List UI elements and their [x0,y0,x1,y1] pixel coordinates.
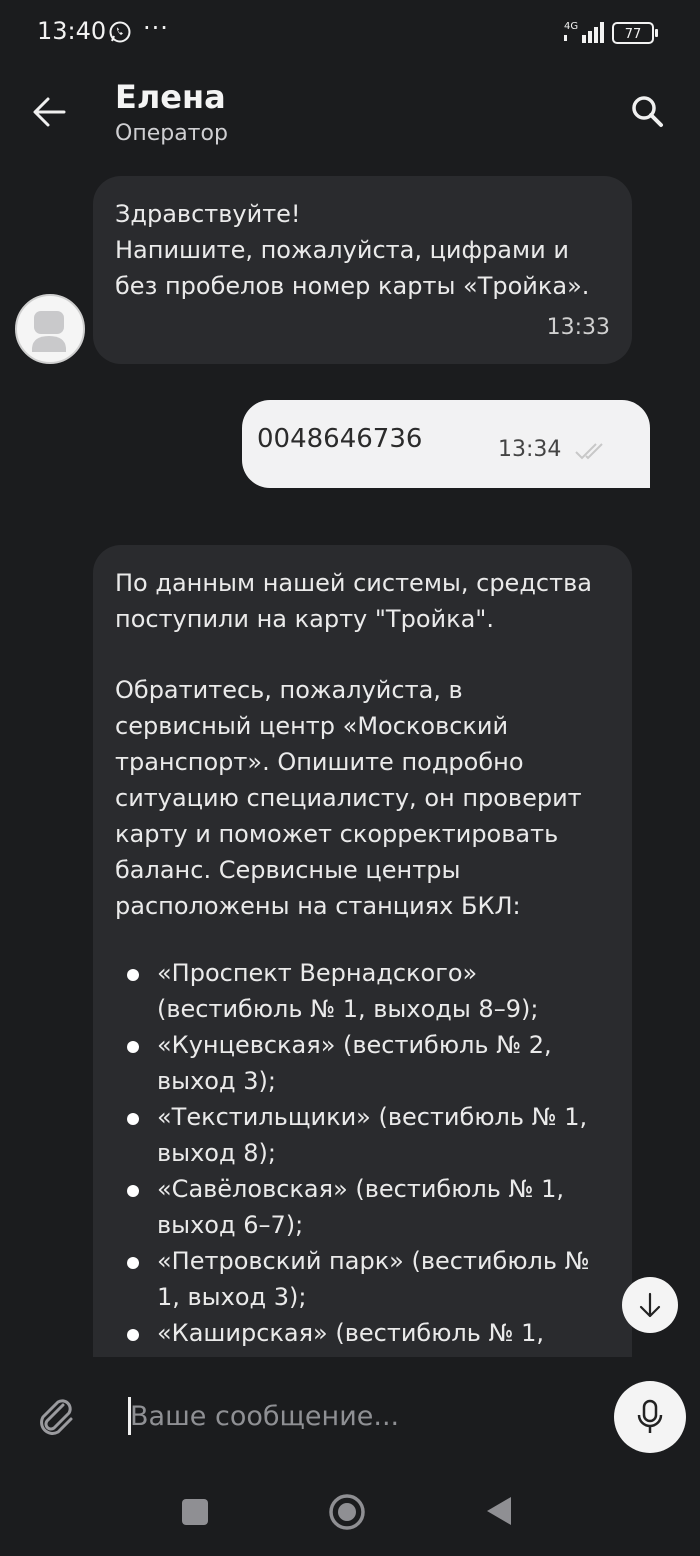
message-time: 13:33 [546,315,610,340]
whatsapp-icon [109,21,131,43]
list-item: «Проспект Вернадского» (вестибюль № 1, в… [115,955,610,1027]
person-icon [32,311,66,352]
operator-avatar [15,294,85,364]
back-arrow-icon[interactable] [28,90,72,134]
message-paragraph: Обратитесь, пожалуйста, в сервисный цент… [115,676,582,920]
service-centers-list: «Проспект Вернадского» (вестибюль № 1, в… [115,955,610,1351]
contact-role: Оператор [115,121,228,146]
message-text: Здравствуйте! Напишите, пожалуйста, цифр… [115,200,590,300]
signal-icon: 4G [564,21,604,43]
list-item: «Каширская» (вестибюль № 1, [115,1315,610,1351]
battery-level: 77 [625,27,642,42]
read-checkmarks-icon [575,443,603,460]
contact-name: Елена [115,78,226,116]
message-list[interactable]: Здравствуйте! Напишите, пожалуйста, цифр… [0,162,700,1357]
incoming-message: Здравствуйте! Напишите, пожалуйста, цифр… [93,176,632,364]
search-icon[interactable] [626,90,670,134]
battery-icon: 77 [612,22,658,44]
more-notifications-icon: ··· [143,14,169,42]
list-item: «Текстильщики» (вестибюль № 1, выход 8); [115,1099,610,1171]
message-paragraph: По данным нашей системы, средства поступ… [115,569,592,633]
network-type: 4G [564,21,578,32]
scroll-down-button[interactable] [622,1277,678,1333]
incoming-message: По данным нашей системы, средства поступ… [93,545,632,1357]
system-back-button[interactable] [485,1495,513,1527]
message-text: 0048646736 [257,424,423,454]
message-time: 13:34 [498,437,562,462]
list-item: «Савёловская» (вестибюль № 1, выход 6–7)… [115,1171,610,1243]
outgoing-message: 0048646736 13:34 [242,400,650,488]
composer [0,1357,700,1477]
system-navigation-bar [0,1477,700,1556]
message-input[interactable] [128,1391,592,1441]
status-time: 13:40 [37,17,107,45]
text-cursor [128,1397,131,1435]
recent-apps-button[interactable] [182,1499,208,1525]
status-bar: 13:40 ··· 4G 77 [0,0,700,66]
voice-message-button[interactable] [614,1381,686,1453]
chat-header: Елена Оператор [0,66,700,162]
paperclip-icon[interactable] [33,1393,77,1437]
arrow-down-icon [639,1292,661,1318]
home-button[interactable] [328,1493,366,1531]
microphone-icon [637,1399,663,1433]
list-item: «Петровский парк» (вестибюль № 1, выход … [115,1243,610,1315]
list-item: «Кунцевская» (вестибюль № 2, выход 3); [115,1027,610,1099]
